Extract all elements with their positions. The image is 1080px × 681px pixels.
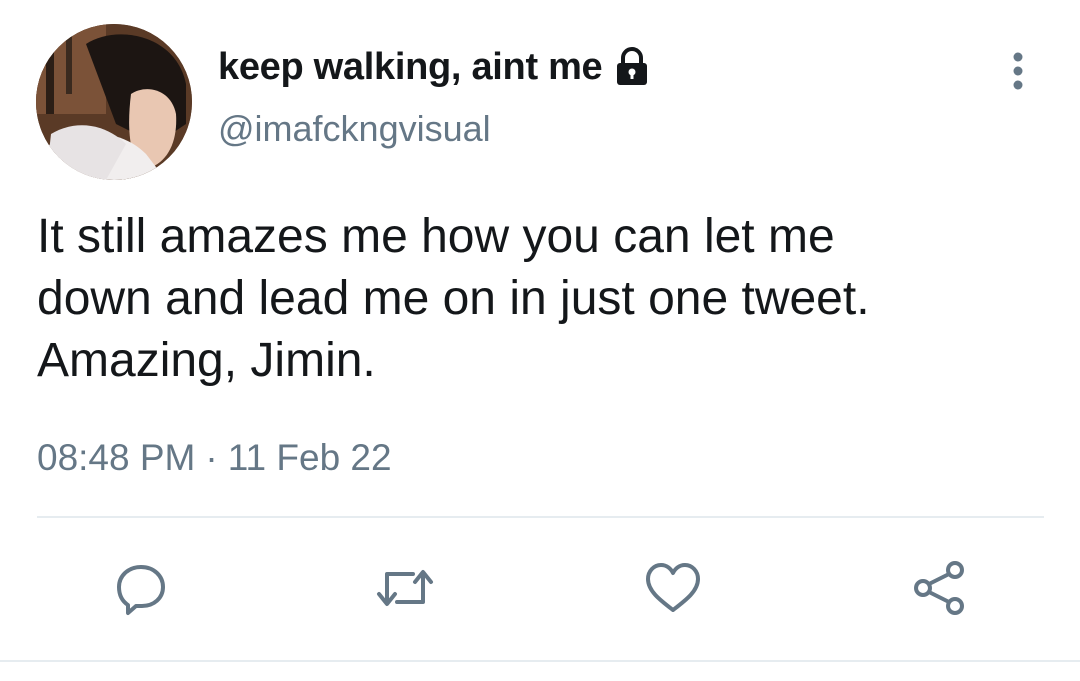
share-button[interactable] [904, 555, 974, 625]
lock-icon [610, 45, 654, 89]
heart-icon [642, 558, 704, 623]
more-button[interactable] [1000, 50, 1036, 96]
retweet-icon [373, 558, 437, 623]
avatar[interactable] [36, 24, 192, 180]
display-name[interactable]: keep walking, aint me [218, 46, 603, 89]
avatar-photo [36, 24, 192, 180]
timestamp[interactable]: 08:48 PM · 11 Feb 22 [37, 437, 392, 479]
share-icon [908, 557, 970, 624]
tweet-text: It still amazes me how you can let me do… [37, 206, 1047, 392]
tweet-text-line: It still amazes me how you can let me [37, 210, 835, 263]
tweet-date: 11 Feb 22 [227, 437, 392, 478]
like-button[interactable] [638, 555, 708, 625]
divider [37, 516, 1044, 518]
handle[interactable]: @imafckngvisual [218, 108, 491, 150]
bottom-divider [0, 660, 1080, 662]
retweet-button[interactable] [370, 555, 440, 625]
timestamp-separator: · [205, 437, 218, 478]
reply-icon [111, 558, 171, 623]
display-name-row[interactable]: keep walking, aint me [218, 42, 654, 92]
more-vertical-icon [1010, 49, 1026, 98]
action-bar [0, 555, 1080, 625]
reply-button[interactable] [106, 555, 176, 625]
tweet-text-line: Amazing, Jimin. [37, 334, 376, 387]
tweet-text-line: down and lead me on in just one tweet. [37, 272, 870, 325]
tweet-time: 08:48 PM [37, 437, 196, 478]
